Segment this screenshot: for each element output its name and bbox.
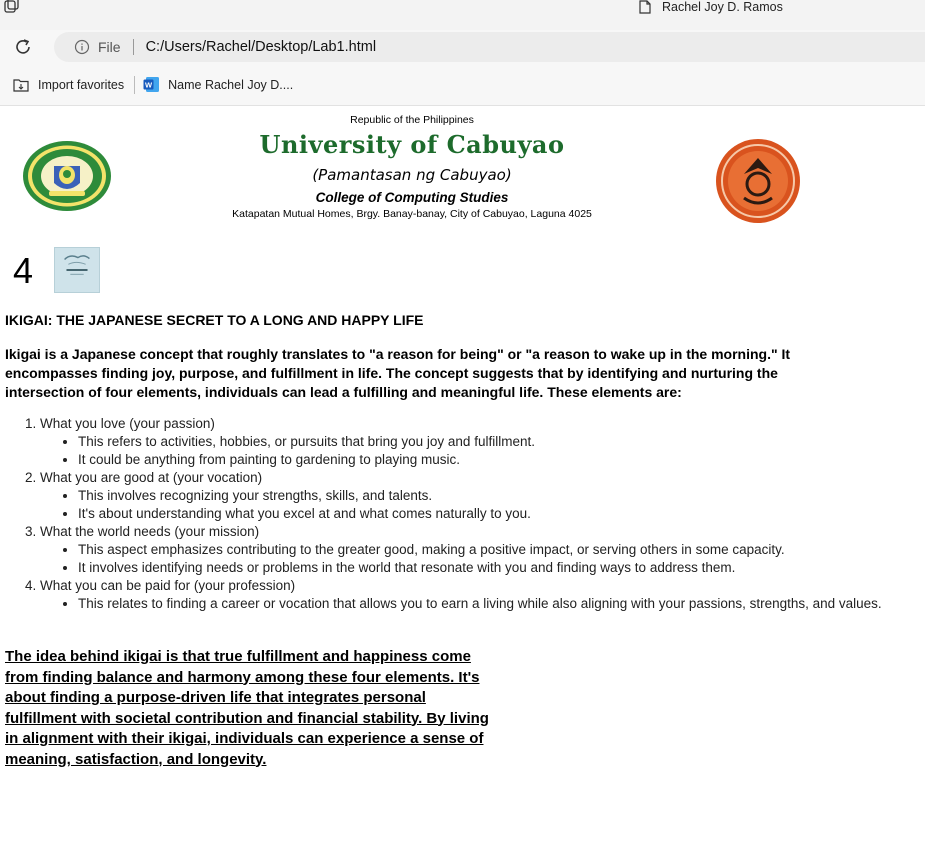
list-item: It involves identifying needs or problem… — [78, 559, 900, 577]
word-document-icon: W — [143, 77, 160, 92]
info-icon[interactable] — [74, 39, 90, 55]
file-label: File — [98, 39, 121, 55]
favorite-word-document[interactable]: W Name Rachel Joy D.... — [143, 76, 293, 93]
refresh-icon[interactable] — [12, 36, 34, 58]
element-heading: What the world needs (your mission) — [40, 524, 260, 539]
url-text[interactable]: C:/Users/Rachel/Desktop/Lab1.html — [146, 39, 377, 55]
url-separator — [132, 39, 134, 55]
favorites-bar: Import favorites W Name Rachel Joy D.... — [0, 64, 925, 106]
tab-title: Rachel Joy D. Ramos — [662, 0, 783, 14]
favorites-separator — [134, 75, 136, 94]
university-seal-logo — [23, 141, 111, 211]
active-tab[interactable]: Rachel Joy D. Ramos — [638, 0, 783, 14]
list-item: This refers to activities, hobbies, or p… — [78, 433, 900, 451]
college-name: College of Computing Studies — [315, 190, 509, 205]
element-heading: What you are good at (your vocation) — [40, 470, 263, 485]
favorite-label: Import favorites — [38, 77, 125, 92]
list-item: It could be anything from painting to ga… — [78, 451, 900, 469]
university-name: University of Cabuyao — [259, 130, 565, 159]
article-title: IKIGAI: THE JAPANESE SECRET TO A LONG AN… — [5, 312, 424, 328]
pamantasan-text: (Pamantasan ng Cabuyao) — [312, 166, 512, 184]
tab-actions-icon[interactable] — [2, 0, 20, 14]
college-seal-logo — [716, 139, 800, 223]
list-item: What you love (your passion) This refers… — [40, 415, 900, 469]
import-favorites-icon — [13, 78, 29, 92]
ikigai-book-image — [54, 247, 100, 293]
list-item: This relates to finding a career or voca… — [78, 595, 900, 613]
import-favorites-link[interactable]: Import favorites — [12, 77, 124, 93]
list-item: This aspect emphasizes contributing to t… — [78, 541, 900, 559]
intro-paragraph: Ikigai is a Japanese concept that roughl… — [5, 346, 791, 400]
college-address: Katapatan Mutual Homes, Brgy. Banay-bana… — [232, 208, 592, 220]
item-number: 4 — [13, 250, 34, 291]
web-page: Republic of the Philippines University o… — [0, 106, 925, 855]
element-heading: What you love (your passion) — [40, 416, 215, 431]
ikigai-elements-list: What you love (your passion) This refers… — [40, 415, 900, 613]
list-item: It's about understanding what you excel … — [78, 505, 900, 523]
url-field[interactable]: File C:/Users/Rachel/Desktop/Lab1.html — [54, 32, 925, 62]
favorite-label: Name Rachel Joy D.... — [168, 77, 294, 92]
list-item: What the world needs (your mission) This… — [40, 523, 900, 577]
tab-bar: Rachel Joy D. Ramos — [0, 0, 925, 30]
conclusion-paragraph: The idea behind ikigai is that true fulf… — [5, 648, 489, 768]
svg-text:W: W — [145, 81, 153, 90]
list-item: What you are good at (your vocation) Thi… — [40, 469, 900, 523]
document-icon — [639, 0, 651, 14]
republic-text: Republic of the Philippines — [350, 114, 474, 126]
list-item: What you can be paid for (your professio… — [40, 577, 900, 613]
element-heading: What you can be paid for (your professio… — [40, 578, 296, 593]
list-item: This involves recognizing your strengths… — [78, 487, 900, 505]
address-bar-row: File C:/Users/Rachel/Desktop/Lab1.html — [0, 30, 925, 64]
